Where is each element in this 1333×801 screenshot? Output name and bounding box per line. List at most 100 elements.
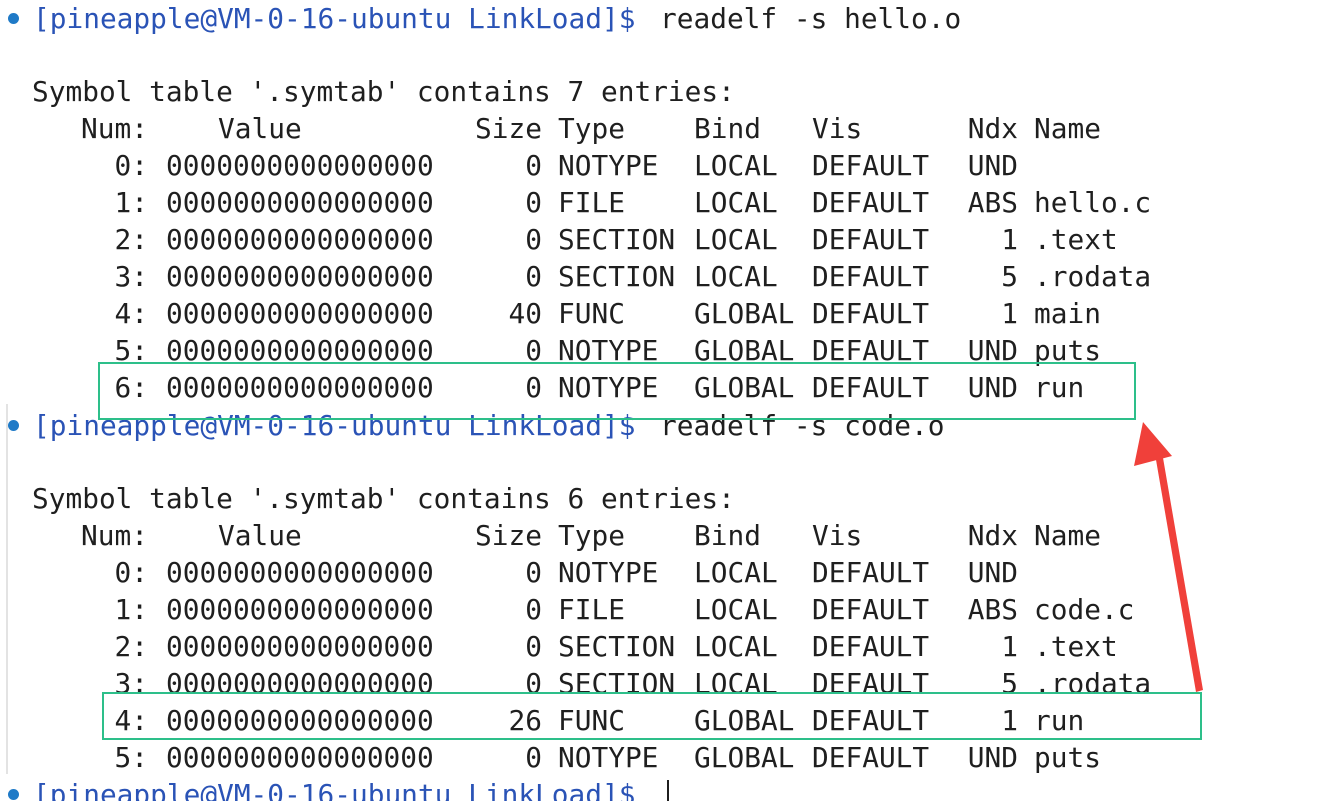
row-vis: DEFAULT: [812, 593, 930, 626]
row-type: NOTYPE: [558, 149, 659, 182]
row-size: 0: [525, 593, 542, 626]
row-bind: LOCAL: [694, 556, 778, 589]
row-vis: DEFAULT: [812, 149, 930, 182]
table-row: 1: 0000000000000000 0 FILE LOCAL DEFAULT…: [0, 184, 1333, 221]
row-bind: LOCAL: [694, 630, 778, 663]
row-value: 0000000000000000: [166, 297, 434, 330]
symbol-table-heading: Symbol table '.symtab' contains 7 entrie…: [32, 75, 735, 108]
row-bind: LOCAL: [694, 186, 778, 219]
table-row: 0: 0000000000000000 0 NOTYPE LOCAL DEFAU…: [0, 147, 1333, 184]
terminal-output: [pineapple@VM-0-16-ubuntu LinkLoad]$ rea…: [0, 0, 1333, 801]
row-value: 0000000000000000: [166, 593, 434, 626]
highlight-box-defined-run: [102, 692, 1202, 740]
row-type: NOTYPE: [558, 556, 659, 589]
row-num: 1:: [114, 186, 148, 219]
row-type: FILE: [558, 593, 625, 626]
row-bind: GLOBAL: [694, 297, 795, 330]
row-ndx: 5: [1001, 260, 1018, 293]
row-ndx: 1: [1001, 223, 1018, 256]
row-num: 0:: [114, 149, 148, 182]
row-bind: GLOBAL: [694, 741, 795, 774]
row-type: NOTYPE: [558, 741, 659, 774]
row-name: hello.c: [1034, 186, 1152, 219]
row-bind: LOCAL: [694, 260, 778, 293]
col-size: Size: [475, 112, 542, 145]
text-cursor: [667, 780, 669, 801]
table-row: 3: 0000000000000000 0 SECTION LOCAL DEFA…: [0, 258, 1333, 295]
col-name: Name: [1034, 519, 1101, 552]
row-type: FILE: [558, 186, 625, 219]
row-value: 0000000000000000: [166, 223, 434, 256]
col-ndx: Ndx: [967, 519, 1018, 552]
col-bind: Bind: [694, 519, 761, 552]
row-bind: LOCAL: [694, 593, 778, 626]
row-size: 0: [525, 186, 542, 219]
table-header: Num: Value Size Type Bind Vis Ndx Name: [0, 110, 1333, 147]
row-vis: DEFAULT: [812, 556, 930, 589]
col-ndx: Ndx: [967, 112, 1018, 145]
row-name: code.c: [1034, 593, 1135, 626]
row-num: 4:: [114, 297, 148, 330]
prompt-line-1: [pineapple@VM-0-16-ubuntu LinkLoad]$ rea…: [8, 0, 961, 37]
circle-dot-icon: [8, 420, 19, 431]
row-size: 0: [525, 260, 542, 293]
row-vis: DEFAULT: [812, 223, 930, 256]
col-name: Name: [1034, 112, 1101, 145]
row-type: SECTION: [558, 260, 676, 293]
circle-dot-icon: [8, 789, 19, 800]
row-ndx: 1: [1001, 297, 1018, 330]
row-size: 0: [525, 149, 542, 182]
row-size: 0: [525, 223, 542, 256]
row-type: SECTION: [558, 630, 676, 663]
row-name: puts: [1034, 741, 1101, 774]
row-num: 2:: [114, 630, 148, 663]
table-row: 2: 0000000000000000 0 SECTION LOCAL DEFA…: [0, 221, 1333, 258]
row-vis: DEFAULT: [812, 260, 930, 293]
row-size: 40: [508, 297, 542, 330]
row-ndx: ABS: [967, 593, 1018, 626]
table-row: 5: 0000000000000000 0 NOTYPE GLOBAL DEFA…: [0, 739, 1333, 776]
col-type: Type: [558, 519, 625, 552]
row-name: main: [1034, 297, 1101, 330]
row-num: 5:: [114, 741, 148, 774]
row-type: SECTION: [558, 223, 676, 256]
table-row: 0: 0000000000000000 0 NOTYPE LOCAL DEFAU…: [0, 554, 1333, 591]
row-ndx: ABS: [967, 186, 1018, 219]
row-size: 0: [525, 630, 542, 663]
row-value: 0000000000000000: [166, 741, 434, 774]
row-ndx: UND: [967, 149, 1018, 182]
row-value: 0000000000000000: [166, 556, 434, 589]
row-value: 0000000000000000: [166, 260, 434, 293]
col-size: Size: [475, 519, 542, 552]
row-ndx: UND: [967, 741, 1018, 774]
row-vis: DEFAULT: [812, 297, 930, 330]
row-size: 0: [525, 556, 542, 589]
row-num: 3:: [114, 260, 148, 293]
row-type: FUNC: [558, 297, 625, 330]
table-row: 4: 0000000000000000 40 FUNC GLOBAL DEFAU…: [0, 295, 1333, 332]
row-bind: LOCAL: [694, 223, 778, 256]
row-value: 0000000000000000: [166, 186, 434, 219]
row-name: .text: [1034, 223, 1118, 256]
circle-dot-icon: [8, 13, 19, 24]
row-size: 0: [525, 741, 542, 774]
col-num: Num:: [81, 519, 148, 552]
col-type: Type: [558, 112, 625, 145]
row-vis: DEFAULT: [812, 186, 930, 219]
table-row: 1: 0000000000000000 0 FILE LOCAL DEFAULT…: [0, 591, 1333, 628]
row-name: .rodata: [1034, 260, 1152, 293]
shell-prompt: [pineapple@VM-0-16-ubuntu LinkLoad]$: [33, 778, 636, 801]
shell-prompt: [pineapple@VM-0-16-ubuntu LinkLoad]$: [33, 2, 636, 35]
row-value: 0000000000000000: [166, 630, 434, 663]
col-bind: Bind: [694, 112, 761, 145]
row-value: 0000000000000000: [166, 149, 434, 182]
row-vis: DEFAULT: [812, 741, 930, 774]
row-num: 0:: [114, 556, 148, 589]
col-num: Num:: [81, 112, 148, 145]
highlight-box-undefined-run: [98, 362, 1136, 420]
row-bind: LOCAL: [694, 149, 778, 182]
prompt-line-2: [pineapple@VM-0-16-ubuntu LinkLoad]$ rea…: [8, 407, 945, 444]
prompt-line-3[interactable]: [pineapple@VM-0-16-ubuntu LinkLoad]$: [8, 776, 669, 801]
table-row: 2: 0000000000000000 0 SECTION LOCAL DEFA…: [0, 628, 1333, 665]
row-ndx: 1: [1001, 630, 1018, 663]
